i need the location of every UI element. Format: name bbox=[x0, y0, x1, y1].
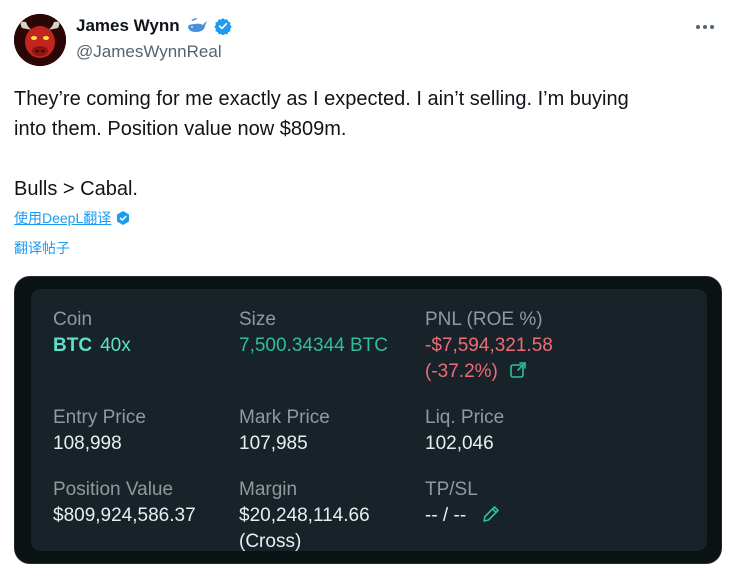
position-panel: Coin BTC 40x Size 7,500.34344 BTC PNL (RO… bbox=[31, 289, 707, 552]
mark-price-label: Mark Price bbox=[239, 407, 330, 428]
external-link-icon[interactable] bbox=[509, 361, 527, 379]
tpsl-row: -- / -- bbox=[425, 503, 501, 529]
deepl-translate-row: 使用DeepL翻译 bbox=[14, 208, 131, 228]
tweet-line-1: They’re coming for me exactly as I expec… bbox=[14, 88, 629, 110]
whale-icon bbox=[187, 18, 207, 32]
author-display-name[interactable]: James Wynn bbox=[76, 16, 180, 36]
entry-price-value: 108,998 bbox=[53, 433, 122, 454]
deepl-translate-link[interactable]: 使用DeepL翻译 bbox=[14, 208, 111, 228]
pencil-icon[interactable] bbox=[481, 504, 501, 524]
tweet-text: They’re coming for me exactly as I expec… bbox=[14, 84, 714, 204]
leverage-value: 40x bbox=[100, 335, 131, 356]
liq-price-label: Liq. Price bbox=[425, 407, 505, 428]
author-name-row: James Wynn bbox=[76, 16, 232, 36]
avatar[interactable] bbox=[14, 14, 66, 66]
coin-value-row: BTC 40x bbox=[53, 333, 131, 359]
position-value: $809,924,586.37 bbox=[53, 505, 196, 526]
author-handle[interactable]: @JamesWynnReal bbox=[76, 42, 222, 62]
more-options-icon[interactable] bbox=[696, 20, 718, 34]
pnl-label: PNL (ROE %) bbox=[425, 309, 543, 330]
margin-mode: (Cross) bbox=[239, 531, 302, 552]
tpsl-value: -- / -- bbox=[425, 505, 467, 526]
coin-value: BTC bbox=[53, 335, 93, 356]
margin-label: Margin bbox=[239, 479, 298, 500]
bull-avatar-image bbox=[14, 14, 66, 66]
roe-value: (-37.2%) bbox=[425, 361, 498, 382]
size-label: Size bbox=[239, 309, 276, 330]
position-value-label: Position Value bbox=[53, 479, 174, 500]
position-card-image[interactable]: Coin BTC 40x Size 7,500.34344 BTC PNL (RO… bbox=[14, 276, 722, 564]
pnl-value: -$7,594,321.58 bbox=[425, 335, 553, 356]
roe-row: (-37.2%) bbox=[425, 359, 527, 385]
tweet-line-3: Bulls > Cabal. bbox=[14, 178, 138, 200]
coin-label: Coin bbox=[53, 309, 93, 330]
mark-price-value: 107,985 bbox=[239, 433, 308, 454]
tweet-line-2: into them. Position value now $809m. bbox=[14, 118, 347, 140]
tpsl-label: TP/SL bbox=[425, 479, 478, 500]
margin-value: $20,248,114.66 bbox=[239, 505, 370, 526]
verified-icon bbox=[213, 18, 232, 35]
entry-price-label: Entry Price bbox=[53, 407, 146, 428]
translate-post-link[interactable]: 翻译帖子 bbox=[14, 238, 70, 258]
liq-price-value: 102,046 bbox=[425, 433, 494, 454]
deepl-icon bbox=[117, 211, 130, 225]
size-value: 7,500.34344 BTC bbox=[239, 335, 388, 356]
